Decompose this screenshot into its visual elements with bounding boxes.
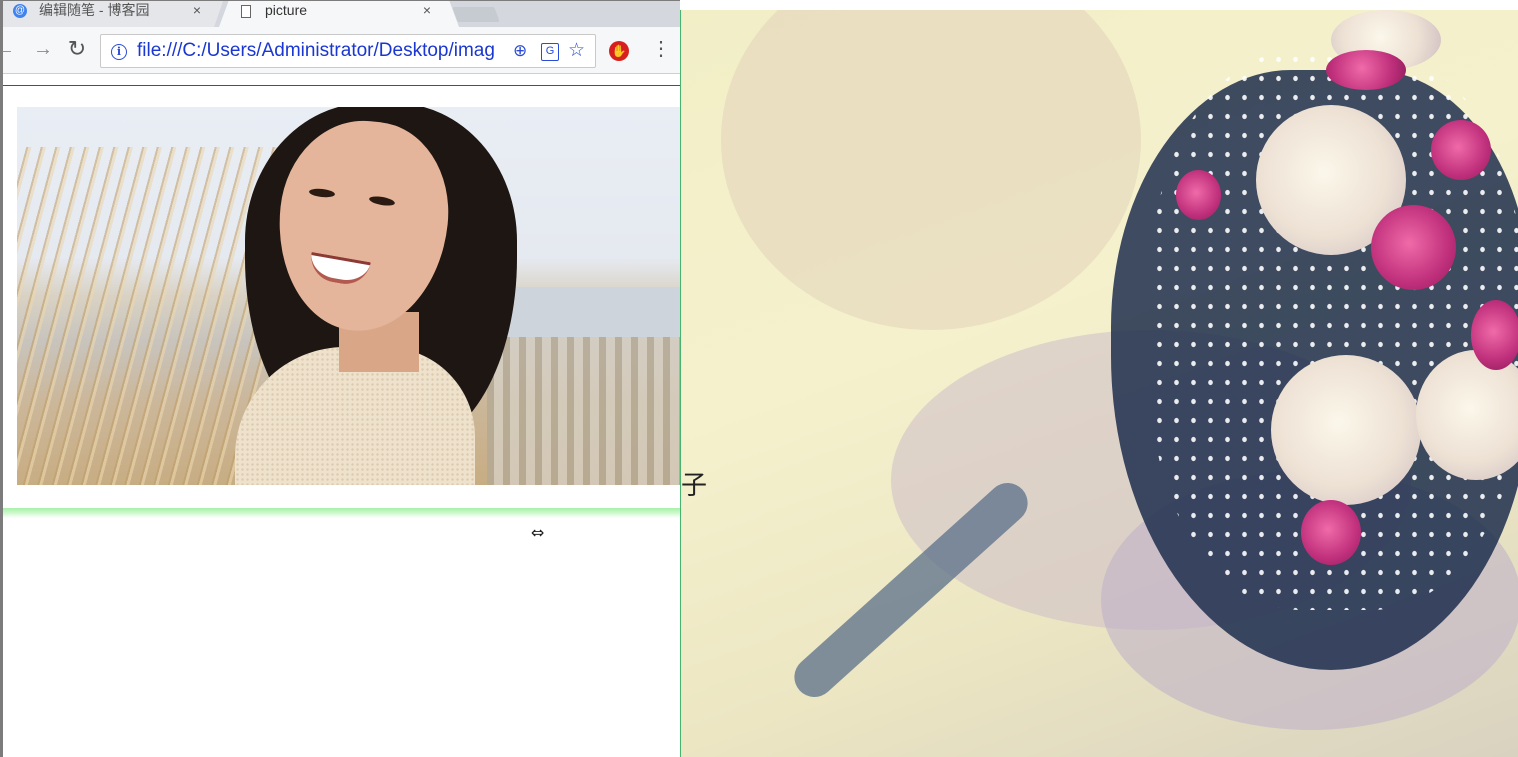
tab-title: picture — [265, 2, 308, 18]
bottom-rule — [3, 508, 680, 518]
top-rule — [3, 85, 680, 86]
page-favicon-icon — [241, 5, 251, 18]
adblock-icon[interactable]: ✋ — [609, 41, 629, 61]
page-viewport: ⇔ — [3, 75, 680, 757]
tab-close-icon[interactable]: × — [423, 1, 431, 20]
url-text[interactable]: file:///C:/Users/Administrator/Desktop/i… — [137, 40, 509, 62]
stray-glyph: 子 — [681, 471, 708, 501]
info-icon[interactable]: i — [111, 44, 127, 60]
new-tab-button[interactable] — [452, 7, 500, 22]
background-bouquet-image: 子 — [681, 10, 1518, 757]
zoom-icon[interactable]: ⊕ — [513, 41, 527, 61]
star-icon[interactable]: ☆ — [568, 39, 585, 62]
browser-window: @ 编辑随笔 - 博客园 × picture × ← → ↻ i file://… — [0, 0, 680, 757]
reload-icon[interactable]: ↻ — [65, 37, 89, 61]
kebab-menu-icon[interactable]: ⋮ — [651, 39, 671, 59]
forward-arrow-icon[interactable]: → — [31, 37, 55, 61]
address-bar[interactable]: i file:///C:/Users/Administrator/Desktop… — [100, 34, 596, 68]
translate-icon[interactable]: G — [541, 43, 559, 61]
tab-strip: @ 编辑随笔 - 博客园 × picture × — [3, 1, 680, 27]
tab-cnblogs[interactable]: @ 编辑随笔 - 博客园 × — [3, 1, 223, 27]
portrait-image — [17, 107, 680, 485]
tab-picture[interactable]: picture × — [219, 1, 459, 27]
resize-cursor-icon: ⇔ — [531, 523, 545, 542]
tab-close-icon[interactable]: × — [193, 1, 201, 20]
tab-title: 编辑随笔 - 博客园 — [39, 2, 150, 18]
back-arrow-icon[interactable]: ← — [3, 37, 17, 61]
browser-toolbar: ← → ↻ i file:///C:/Users/Administrator/D… — [3, 27, 680, 74]
cnblogs-favicon-icon: @ — [13, 4, 27, 18]
